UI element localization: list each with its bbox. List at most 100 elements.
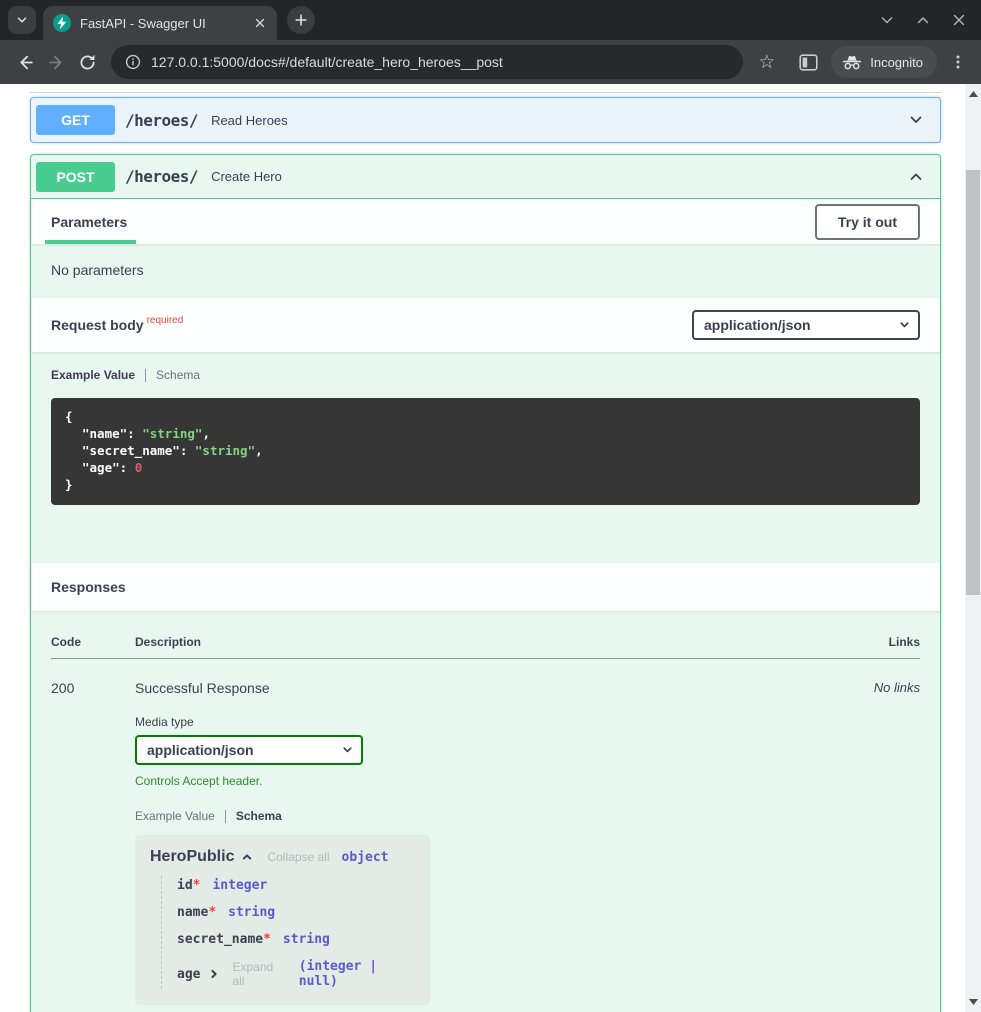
- window-controls: [879, 12, 967, 28]
- model-title: HeroPublic: [150, 848, 234, 866]
- response-links: No links: [830, 680, 920, 1005]
- code-line: {: [65, 408, 906, 425]
- responses-table-head: Code Description Links: [51, 635, 920, 659]
- window-close-button[interactable]: [951, 12, 967, 28]
- request-body-header: Request bodyrequired application/json: [31, 298, 940, 352]
- browser-tab[interactable]: FastAPI - Swagger UI: [43, 6, 277, 40]
- opblock-get-summary[interactable]: GET /heroes/ Read Heroes: [31, 98, 940, 142]
- post-summary-text: Create Hero: [211, 169, 282, 184]
- get-method-badge: GET: [36, 105, 115, 135]
- model-property-age: age Expand all (integer | null): [177, 959, 420, 989]
- url-text[interactable]: 127.0.0.1:5000/docs#/default/create_hero…: [151, 54, 503, 70]
- bookmark-star-icon[interactable]: ☆: [753, 48, 780, 77]
- browser-titlebar: FastAPI - Swagger UI: [0, 0, 981, 40]
- no-parameters-text: No parameters: [31, 244, 940, 298]
- property-name: age: [177, 967, 200, 982]
- col-header-code: Code: [51, 635, 135, 649]
- try-it-out-button[interactable]: Try it out: [815, 204, 920, 240]
- response-row-200: 200 Successful Response Media type appli…: [51, 659, 920, 1005]
- tab-example-value[interactable]: Example Value: [135, 809, 215, 823]
- tab-divider: [145, 369, 146, 382]
- response-description: Successful Response: [135, 680, 830, 696]
- property-type: string: [283, 932, 330, 947]
- new-tab-button[interactable]: [287, 6, 315, 34]
- address-bar[interactable]: 127.0.0.1:5000/docs#/default/create_hero…: [111, 45, 743, 79]
- side-panel-icon[interactable]: [794, 49, 823, 76]
- code-line: "name": "string",: [65, 425, 906, 442]
- responses-table: Code Description Links 200 Successful Re…: [31, 611, 940, 1012]
- fastapi-favicon-icon: [53, 14, 71, 32]
- required-asterisk: *: [263, 932, 271, 947]
- request-body-label: Request body: [51, 317, 144, 333]
- model-property-secret-name: secret_name* string: [177, 932, 420, 947]
- model-property-id: id* integer: [177, 878, 420, 893]
- plus-icon: [294, 13, 308, 27]
- opblock-get-heroes: GET /heroes/ Read Heroes: [30, 97, 941, 143]
- example-json-block[interactable]: { "name": "string", "secret_name": "stri…: [51, 398, 920, 505]
- responses-header: Responses: [31, 563, 940, 611]
- back-button[interactable]: [10, 47, 41, 78]
- forward-button[interactable]: [41, 47, 72, 78]
- response-example-schema-tabs: Example Value Schema: [135, 809, 830, 823]
- response-media-type-select[interactable]: application/json: [135, 735, 363, 765]
- incognito-label: Incognito: [870, 55, 923, 70]
- request-body-title: Request bodyrequired: [51, 317, 183, 333]
- chevron-up-icon[interactable]: [902, 163, 930, 191]
- expand-all-link[interactable]: Expand all: [232, 960, 286, 988]
- required-flag: required: [147, 315, 184, 326]
- accept-header-note: Controls Accept header.: [135, 774, 830, 788]
- window-minimize-button[interactable]: [879, 12, 895, 28]
- model-property-name: name* string: [177, 905, 420, 920]
- example-schema-tabs: Example Value Schema: [51, 368, 920, 382]
- opblock-post-summary[interactable]: POST /heroes/ Create Hero: [31, 155, 940, 199]
- collapse-all-link[interactable]: Collapse all: [267, 850, 329, 864]
- response-media-select-wrap: application/json: [135, 735, 363, 765]
- property-name: name: [177, 905, 208, 920]
- reload-button[interactable]: [72, 47, 103, 78]
- incognito-icon: [842, 55, 862, 70]
- opblock-post-heroes: POST /heroes/ Create Hero Parameters Try…: [30, 154, 941, 1012]
- scroll-down-arrow-icon[interactable]: [965, 994, 981, 1010]
- model-properties: id* integer name* string secret_name* st…: [161, 876, 420, 989]
- window-maximize-button[interactable]: [915, 12, 931, 28]
- expand-chevron-right-icon[interactable]: [208, 968, 220, 980]
- property-name: id: [177, 878, 193, 893]
- property-type: string: [228, 905, 275, 920]
- required-asterisk: *: [208, 905, 216, 920]
- page-scrollbar[interactable]: [965, 84, 981, 1012]
- swagger-page: GET /heroes/ Read Heroes POST /heroes/ C…: [0, 84, 965, 1012]
- site-info-icon[interactable]: [125, 54, 141, 70]
- scrollbar-thumb[interactable]: [966, 170, 980, 595]
- tab-close-icon[interactable]: [251, 14, 269, 32]
- property-type: integer: [212, 878, 267, 893]
- responses-title: Responses: [51, 579, 126, 595]
- tab-schema[interactable]: Schema: [156, 368, 200, 382]
- col-header-links: Links: [830, 635, 920, 649]
- post-path: /heroes/: [125, 167, 198, 186]
- tab-search-button[interactable]: [8, 6, 36, 34]
- request-body-section: Example Value Schema { "name": "string",…: [31, 352, 940, 563]
- chevron-down-icon[interactable]: [902, 106, 930, 134]
- parameters-title: Parameters: [51, 199, 127, 244]
- col-header-description: Description: [135, 635, 830, 649]
- parameters-header: Parameters Try it out: [31, 199, 940, 244]
- tab-schema[interactable]: Schema: [236, 809, 282, 823]
- response-row-422: 422 Validation Error No links: [51, 1005, 920, 1012]
- browser-toolbar: 127.0.0.1:5000/docs#/default/create_hero…: [0, 40, 981, 84]
- collapse-chevron-up-icon[interactable]: [241, 851, 253, 863]
- tab-example-value[interactable]: Example Value: [51, 368, 135, 382]
- code-line: "secret_name": "string",: [65, 442, 906, 459]
- section-divider: [30, 92, 941, 93]
- property-type: (integer | null): [299, 959, 420, 989]
- get-summary-text: Read Heroes: [211, 113, 288, 128]
- request-body-media-select-wrap: application/json: [692, 310, 920, 340]
- incognito-badge[interactable]: Incognito: [831, 46, 937, 78]
- browser-menu-button[interactable]: [945, 49, 971, 75]
- tab-divider: [225, 810, 226, 823]
- model-type: object: [342, 850, 389, 865]
- scroll-up-arrow-icon[interactable]: [965, 86, 981, 102]
- response-code: 200: [51, 680, 135, 1005]
- request-body-media-type-select[interactable]: application/json: [692, 310, 920, 340]
- chevron-down-icon: [15, 13, 29, 27]
- property-name: secret_name: [177, 932, 263, 947]
